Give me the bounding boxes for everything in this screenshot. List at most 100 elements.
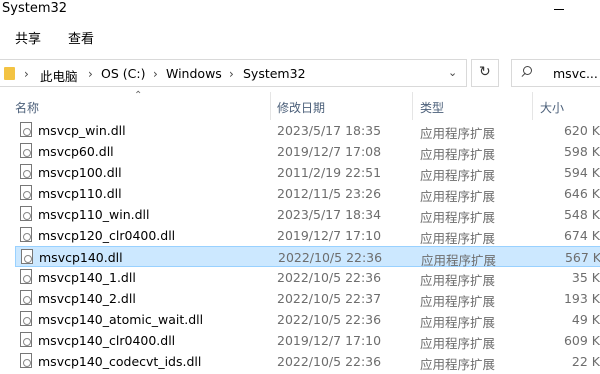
file-type: 应用程序扩展 (420, 336, 496, 351)
file-size: 35 K (571, 270, 600, 285)
title-bar: System32 (0, 0, 600, 22)
breadcrumb-this-pc[interactable]: 此电脑 (40, 66, 78, 85)
table-row[interactable]: msvcp100.dll 2011/2/19 22:51 应用程序扩展 594 K (15, 162, 600, 183)
tab-share[interactable]: 共享 (15, 28, 41, 47)
file-size: 548 K (563, 207, 600, 222)
file-name: msvcp140.dll (39, 250, 123, 265)
file-size: 609 K (563, 333, 600, 348)
table-row[interactable]: msvcp120_clr0400.dll 2019/12/7 17:10 应用程序扩… (15, 225, 600, 246)
dll-file-icon (20, 122, 32, 137)
search-icon (522, 66, 532, 76)
dll-file-icon (20, 206, 32, 221)
file-type: 应用程序扩展 (420, 210, 496, 225)
file-date: 2012/11/5 23:26 (277, 186, 382, 201)
dll-file-icon (21, 249, 33, 264)
tab-view[interactable]: 查看 (68, 28, 94, 47)
file-type: 应用程序扩展 (420, 231, 496, 246)
column-date[interactable]: 修改日期 (277, 99, 325, 116)
dll-file-icon (20, 290, 32, 305)
file-type: 应用程序扩展 (420, 126, 496, 141)
file-type: 应用程序扩展 (420, 294, 496, 309)
file-type: 应用程序扩展 (420, 189, 496, 204)
file-name: msvcp140_clr0400.dll (38, 333, 176, 348)
breadcrumb-system32[interactable]: System32 (243, 66, 306, 81)
breadcrumb-windows[interactable]: Windows (166, 66, 222, 81)
file-size: 646 K (563, 186, 600, 201)
refresh-button[interactable]: ↻ (471, 59, 499, 87)
file-date: 2019/12/7 17:08 (277, 144, 382, 159)
file-date: 2022/10/5 22:36 (277, 312, 382, 327)
chevron-down-icon[interactable]: ⌄ (448, 66, 457, 79)
breadcrumb-separator-icon[interactable]: › (153, 67, 158, 81)
address-bar[interactable]: › 此电脑 › OS (C:) › Windows › System32 ⌄ (0, 59, 467, 87)
file-name: msvcp140_1.dll (38, 270, 136, 285)
file-name: msvcp100.dll (38, 165, 122, 180)
table-row[interactable]: msvcp110.dll 2012/11/5 23:26 应用程序扩展 646 K (15, 183, 600, 204)
file-type: 应用程序扩展 (420, 315, 496, 330)
table-row[interactable]: msvcp140_clr0400.dll 2019/12/7 17:10 应用程序扩… (15, 330, 600, 351)
file-date: 2022/10/5 22:36 (277, 354, 382, 369)
file-date: 2023/5/17 18:35 (277, 123, 382, 138)
file-size: 22 K (571, 354, 600, 369)
dll-file-icon (20, 143, 32, 158)
file-type: 应用程序扩展 (420, 147, 496, 162)
file-name: msvcp_win.dll (38, 123, 126, 138)
file-size: 674 K (563, 228, 600, 243)
file-size: 598 K (563, 144, 600, 159)
sort-ascending-icon: ⌃ (134, 90, 143, 101)
refresh-icon: ↻ (479, 64, 491, 80)
file-date: 2022/10/5 22:37 (277, 291, 382, 306)
column-header: ⌃ 名称 修改日期 类型 大小 (0, 90, 600, 120)
table-row[interactable]: msvcp110_win.dll 2023/5/17 18:34 应用程序扩展 548… (15, 204, 600, 225)
dll-file-icon (20, 269, 32, 284)
dll-file-icon (20, 311, 32, 326)
breadcrumb-separator-icon[interactable]: › (24, 67, 29, 81)
file-name: msvcp110_win.dll (38, 207, 150, 222)
breadcrumb-separator-icon[interactable]: › (229, 67, 234, 81)
file-date: 2022/10/5 22:36 (277, 270, 382, 285)
file-date: 2019/12/7 17:10 (277, 333, 382, 348)
file-date: 2022/10/5 22:36 (278, 250, 383, 265)
column-name[interactable]: 名称 (15, 99, 39, 116)
file-size: 594 K (563, 165, 600, 180)
table-row[interactable]: msvcp140.dll 2022/10/5 22:36 应用程序扩展 567 K (15, 246, 600, 268)
column-divider[interactable] (412, 92, 413, 120)
file-name: msvcp140_2.dll (38, 291, 136, 306)
column-divider[interactable] (532, 92, 533, 120)
search-query: msvc... (553, 66, 598, 81)
table-row[interactable]: msvcp140_atomic_wait.dll 2022/10/5 22:36 应… (15, 309, 600, 330)
ribbon: 共享 查看 (0, 22, 600, 52)
file-size: 620 K (563, 123, 600, 138)
dll-file-icon (20, 164, 32, 179)
file-date: 2023/5/17 18:34 (277, 207, 382, 222)
dll-file-icon (20, 353, 32, 368)
file-name: msvcp140_codecvt_ids.dll (38, 354, 202, 369)
file-date: 2011/2/19 22:51 (277, 165, 382, 180)
breadcrumb-separator-icon[interactable]: › (88, 67, 93, 81)
table-row[interactable]: msvcp140_1.dll 2022/10/5 22:36 应用程序扩展 35 K (15, 267, 600, 288)
dll-file-icon (20, 227, 32, 242)
column-type[interactable]: 类型 (420, 99, 444, 116)
file-name: msvcp60.dll (38, 144, 114, 159)
file-type: 应用程序扩展 (420, 357, 496, 372)
file-size: 193 K (563, 291, 600, 306)
table-row[interactable]: msvcp_win.dll 2023/5/17 18:35 应用程序扩展 620 K (15, 120, 600, 141)
file-type: 应用程序扩展 (420, 168, 496, 183)
table-row[interactable]: msvcp140_codecvt_ids.dll 2022/10/5 22:36 应… (15, 351, 600, 372)
search-input[interactable]: msvc... (511, 59, 600, 87)
column-divider[interactable] (270, 92, 271, 120)
file-size: 49 K (571, 312, 600, 327)
table-row[interactable]: msvcp60.dll 2019/12/7 17:08 应用程序扩展 598 K (15, 141, 600, 162)
file-name: msvcp110.dll (38, 186, 122, 201)
table-row[interactable]: msvcp140_2.dll 2022/10/5 22:37 应用程序扩展 193 K (15, 288, 600, 309)
file-name: msvcp140_atomic_wait.dll (38, 312, 204, 327)
file-size: 567 K (564, 250, 600, 265)
breadcrumb-os-drive[interactable]: OS (C:) (101, 66, 145, 81)
file-name: msvcp120_clr0400.dll (38, 228, 176, 243)
column-size[interactable]: 大小 (540, 99, 564, 116)
file-type: 应用程序扩展 (420, 273, 496, 288)
minimize-icon[interactable] (552, 0, 568, 20)
address-bar-area: › 此电脑 › OS (C:) › Windows › System32 ⌄ ↻… (0, 56, 600, 90)
folder-icon (4, 67, 15, 80)
file-date: 2019/12/7 17:10 (277, 228, 382, 243)
